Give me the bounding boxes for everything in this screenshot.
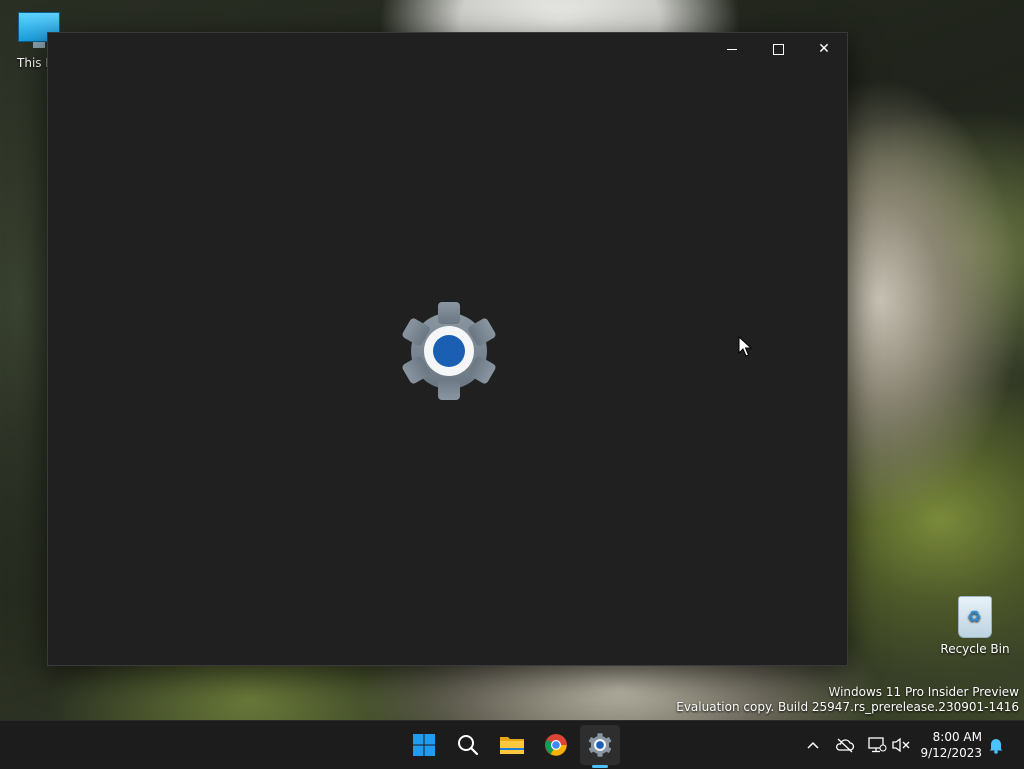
watermark-build: Evaluation copy. Build 25947.rs_prerelea…	[676, 700, 1019, 714]
clock-time: 8:00 AM	[932, 730, 982, 744]
network-icon	[868, 737, 887, 753]
mouse-cursor-icon	[738, 336, 752, 357]
settings-window: ✕	[47, 32, 848, 666]
minimize-icon	[727, 48, 737, 50]
start-button[interactable]	[404, 725, 444, 765]
network-tray-button[interactable]	[866, 733, 888, 757]
minimize-button[interactable]	[709, 33, 755, 65]
file-explorer-button[interactable]	[492, 725, 532, 765]
search-button[interactable]	[448, 725, 488, 765]
close-button[interactable]: ✕	[801, 33, 847, 65]
onedrive-tray-button[interactable]	[834, 733, 856, 757]
settings-taskbar-button[interactable]	[580, 725, 620, 765]
search-icon	[458, 735, 479, 756]
chevron-up-icon	[807, 741, 819, 749]
volume-muted-icon	[892, 737, 910, 753]
desktop-icon-label: Recycle Bin	[940, 642, 1010, 656]
bell-icon	[989, 739, 1003, 754]
maximize-icon	[772, 43, 784, 55]
chrome-icon	[545, 734, 567, 756]
volume-tray-button[interactable]	[890, 733, 912, 757]
windows-watermark: Windows 11 Pro Insider Preview Evaluatio…	[676, 685, 1019, 715]
notifications-button[interactable]	[985, 733, 1007, 757]
show-hidden-icons-button[interactable]	[802, 733, 824, 757]
clock-date: 9/12/2023	[920, 746, 982, 760]
settings-icon	[588, 733, 612, 757]
windows-start-icon	[413, 734, 435, 756]
file-explorer-icon	[500, 737, 524, 754]
desktop-icon-recycle-bin[interactable]: ♻ Recycle Bin	[940, 596, 1010, 656]
maximize-button[interactable]	[755, 33, 801, 65]
taskbar: 8:00 AM 9/12/2023	[0, 720, 1024, 769]
cloud-offline-icon	[836, 738, 855, 753]
close-icon: ✕	[818, 41, 830, 57]
recycle-bin-icon: ♻	[958, 596, 992, 638]
chrome-button[interactable]	[536, 725, 576, 765]
taskbar-clock[interactable]: 8:00 AM 9/12/2023	[916, 729, 982, 761]
watermark-edition: Windows 11 Pro Insider Preview	[828, 685, 1019, 699]
settings-gear-icon	[402, 302, 496, 400]
